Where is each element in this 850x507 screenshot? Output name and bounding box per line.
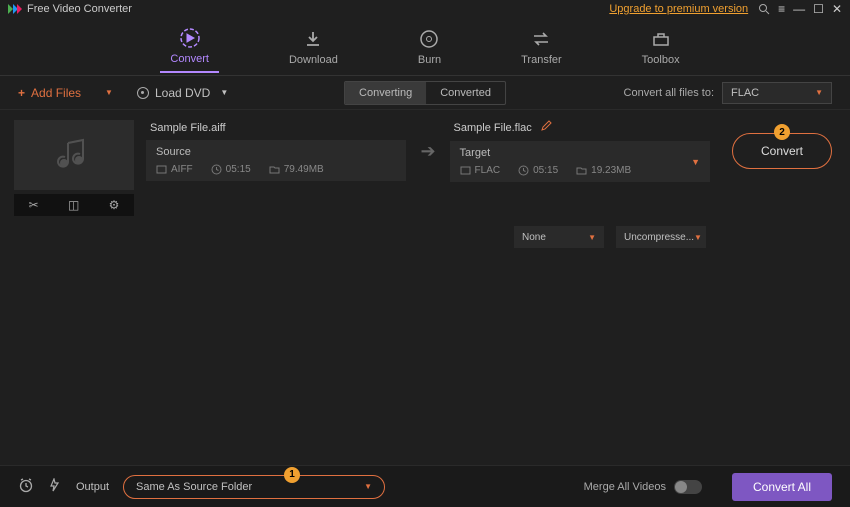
merge-videos-row: Merge All Videos	[584, 480, 702, 494]
file-thumbnail[interactable]	[14, 120, 134, 190]
add-files-button[interactable]: + Add Files ▼	[18, 86, 113, 100]
chevron-down-icon[interactable]: ▼	[691, 157, 700, 167]
minimize-icon[interactable]: —	[793, 2, 805, 16]
upgrade-link[interactable]: Upgrade to premium version	[609, 3, 748, 15]
audio-value: Uncompresse...	[624, 232, 694, 243]
add-files-label: Add Files	[31, 86, 81, 100]
menu-icon[interactable]: ≡	[778, 2, 785, 16]
file-item: ✂ ◫ ⚙ Sample File.aiff Source AIFF 05:15…	[14, 120, 836, 216]
toolbox-icon	[650, 28, 672, 50]
maximize-icon[interactable]: ☐	[813, 2, 824, 16]
convert-all-button[interactable]: Convert All	[732, 473, 832, 501]
target-filename-row: Sample File.flac	[450, 120, 710, 135]
source-size: 79.49MB	[269, 164, 324, 175]
convert-all-label: Convert All	[753, 480, 811, 494]
subtitle-value: None	[522, 232, 546, 243]
tab-download[interactable]: Download	[279, 22, 348, 72]
source-format: AIFF	[156, 164, 193, 175]
sub-dropdown-row: None ▼ Uncompresse... ▼	[14, 226, 706, 248]
edit-name-icon[interactable]	[540, 120, 552, 135]
toolbar: + Add Files ▼ Load DVD ▼ Converting Conv…	[0, 76, 850, 110]
close-icon[interactable]: ✕	[832, 2, 842, 16]
target-format: FLAC	[460, 165, 501, 176]
converted-tab[interactable]: Converted	[426, 82, 505, 104]
arrow-icon: ➔	[420, 141, 435, 162]
plus-icon: +	[18, 86, 25, 100]
transfer-icon	[530, 28, 552, 50]
merge-label: Merge All Videos	[584, 481, 666, 493]
target-size: 19.23MB	[576, 165, 631, 176]
convert-button-label: Convert	[761, 144, 803, 158]
target-title: Target	[460, 147, 632, 159]
source-panel: Source AIFF 05:15 79.49MB	[146, 140, 406, 181]
disc-icon	[137, 87, 149, 99]
target-duration: 05:15	[518, 165, 558, 176]
file-list: ✂ ◫ ⚙ Sample File.aiff Source AIFF 05:15…	[0, 110, 850, 248]
format-value: FLAC	[731, 87, 759, 99]
tab-burn[interactable]: Burn	[408, 22, 451, 72]
app-title: Free Video Converter	[27, 3, 132, 15]
tab-download-label: Download	[289, 54, 338, 66]
chevron-down-icon: ▼	[220, 88, 228, 97]
source-title: Source	[156, 146, 396, 158]
chevron-down-icon: ▼	[105, 88, 113, 97]
chevron-down-icon: ▼	[588, 233, 596, 242]
convert-icon	[179, 27, 201, 49]
file-details: Sample File.aiff Source AIFF 05:15 79.49…	[146, 120, 836, 182]
target-panel[interactable]: Target FLAC 05:15 19.23MB ▼	[450, 141, 710, 182]
load-dvd-button[interactable]: Load DVD ▼	[137, 86, 228, 100]
converting-tab[interactable]: Converting	[345, 82, 426, 104]
tab-convert-label: Convert	[170, 53, 209, 65]
step-badge-1: 1	[284, 467, 300, 483]
format-dropdown[interactable]: FLAC ▼	[722, 82, 832, 104]
audio-dropdown[interactable]: Uncompresse... ▼	[616, 226, 706, 248]
output-folder-dropdown[interactable]: Same As Source Folder ▼ 1	[123, 475, 385, 499]
tab-convert[interactable]: Convert	[160, 21, 219, 73]
thumb-column: ✂ ◫ ⚙	[14, 120, 134, 216]
convert-all-to-label: Convert all files to:	[624, 87, 714, 99]
step-badge-2: 2	[774, 124, 790, 140]
burn-icon	[418, 28, 440, 50]
cut-icon[interactable]: ✂	[29, 198, 39, 212]
chevron-down-icon: ▼	[815, 88, 823, 97]
target-filename: Sample File.flac	[454, 122, 532, 134]
edit-toolstrip: ✂ ◫ ⚙	[14, 194, 134, 216]
download-icon	[302, 28, 324, 50]
chevron-down-icon: ▼	[364, 482, 372, 491]
output-folder-value: Same As Source Folder	[136, 481, 252, 493]
search-icon[interactable]	[758, 3, 770, 15]
status-segment: Converting Converted	[344, 81, 506, 105]
music-icon	[56, 137, 92, 173]
tab-transfer-label: Transfer	[521, 54, 562, 66]
convert-button[interactable]: Convert 2	[732, 133, 832, 169]
source-block: Sample File.aiff Source AIFF 05:15 79.49…	[146, 122, 406, 181]
target-block: Sample File.flac Target FLAC 05:15 19.23…	[450, 120, 710, 182]
schedule-icon[interactable]	[18, 477, 34, 496]
tab-toolbox-label: Toolbox	[642, 54, 680, 66]
tab-transfer[interactable]: Transfer	[511, 22, 572, 72]
output-label: Output	[76, 481, 109, 493]
titlebar: Free Video Converter Upgrade to premium …	[0, 0, 850, 18]
footer: Output Same As Source Folder ▼ 1 Merge A…	[0, 465, 850, 507]
tab-toolbox[interactable]: Toolbox	[632, 22, 690, 72]
load-dvd-label: Load DVD	[155, 86, 210, 100]
merge-toggle[interactable]	[674, 480, 702, 494]
main-tabs: Convert Download Burn Transfer Toolbox	[0, 18, 850, 76]
subtitle-dropdown[interactable]: None ▼	[514, 226, 604, 248]
app-logo-icon	[8, 4, 22, 14]
settings-icon[interactable]: ⚙	[109, 198, 120, 212]
tab-burn-label: Burn	[418, 54, 441, 66]
crop-icon[interactable]: ◫	[68, 198, 79, 212]
chevron-down-icon: ▼	[694, 233, 702, 242]
source-filename: Sample File.aiff	[146, 122, 406, 134]
source-duration: 05:15	[211, 164, 251, 175]
gpu-icon[interactable]	[48, 478, 62, 495]
